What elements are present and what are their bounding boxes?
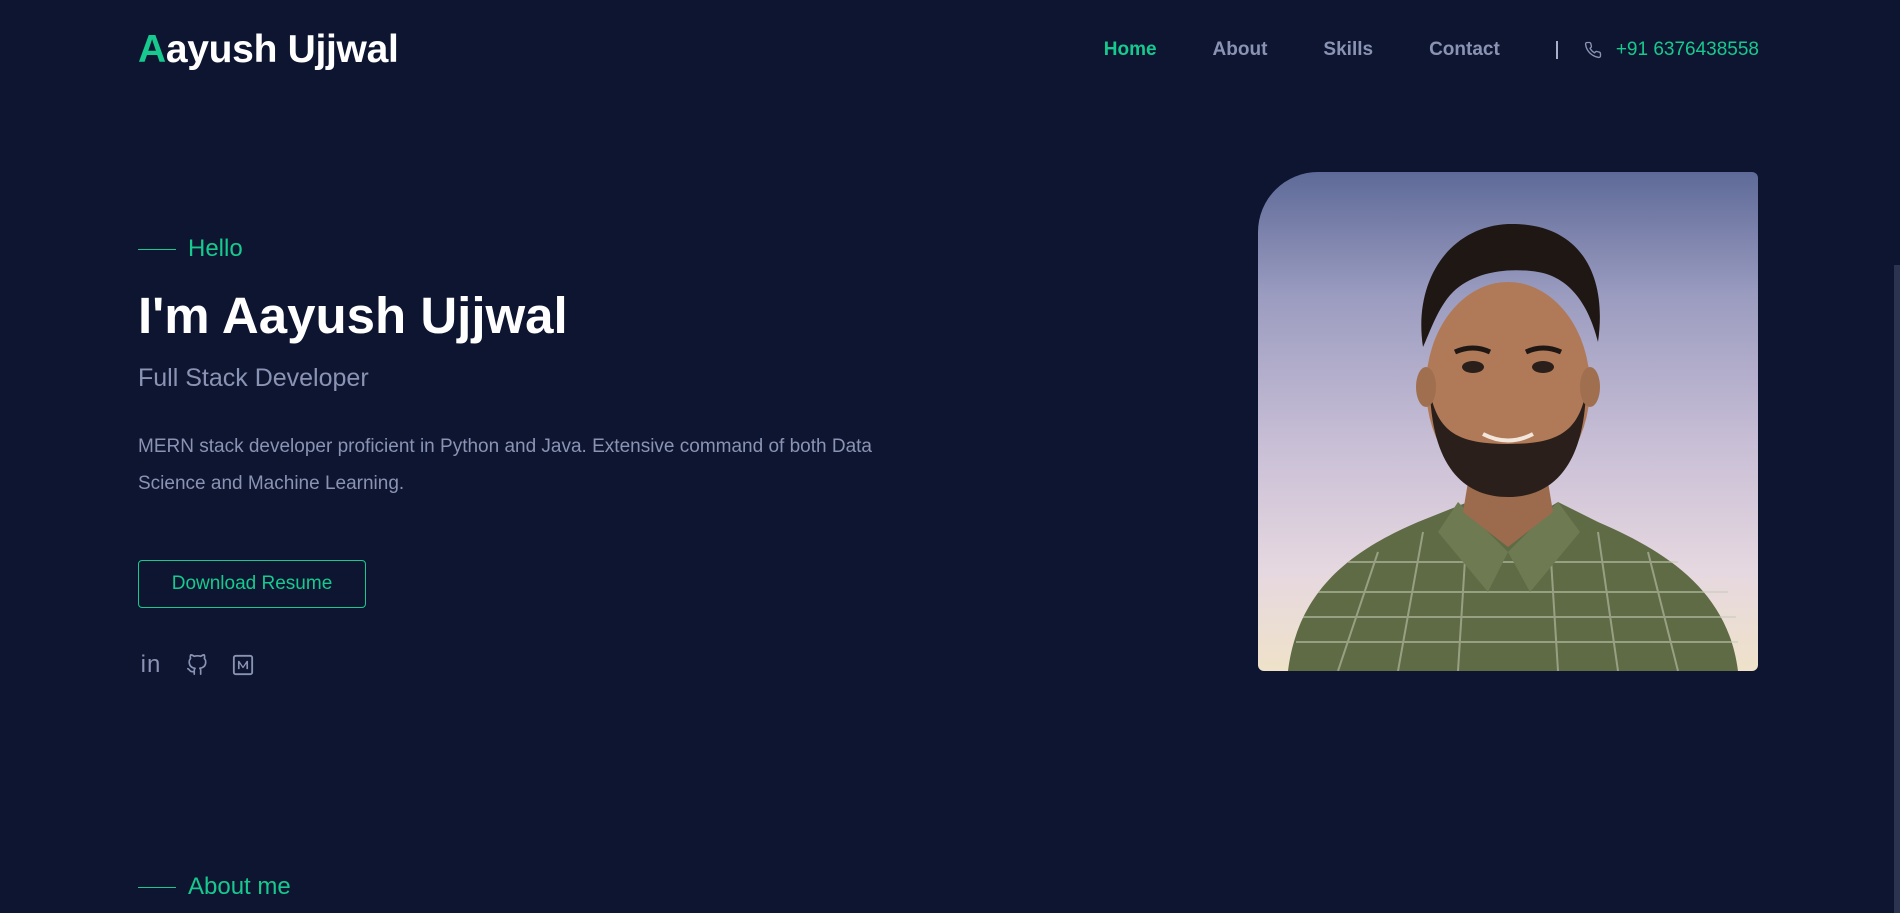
download-resume-button[interactable]: Download Resume (138, 560, 366, 608)
hero-subtitle: Full Stack Developer (138, 364, 369, 392)
nav-divider (1555, 41, 1558, 59)
linkedin-icon: in (140, 651, 162, 678)
site-logo[interactable]: Aayush Ujjwal (138, 28, 399, 72)
medium-link[interactable] (230, 652, 256, 678)
nav-home[interactable]: Home (1104, 39, 1157, 61)
page-scrollbar[interactable] (1894, 0, 1900, 913)
github-icon (187, 654, 207, 675)
about-text: About me (188, 873, 291, 900)
profile-photo (1258, 172, 1758, 671)
main-nav: Home About Skills Contact +91 6376438558 (1048, 39, 1759, 61)
linkedin-link[interactable]: in (138, 651, 164, 678)
hello-text: Hello (188, 235, 243, 262)
site-header: Aayush Ujjwal Home About Skills Contact … (138, 22, 1759, 78)
logo-text: ayush Ujjwal (165, 28, 399, 71)
nav-contact[interactable]: Contact (1429, 39, 1500, 61)
hero-description: MERN stack developer proficient in Pytho… (138, 436, 872, 494)
github-link[interactable] (184, 652, 210, 678)
phone-number: +91 6376438558 (1615, 39, 1759, 60)
hero-title: I'm Aayush Ujjwal (138, 287, 568, 344)
scrollbar-thumb[interactable] (1894, 265, 1900, 913)
social-links: in (138, 651, 276, 678)
phone-icon (1584, 41, 1601, 59)
phone-link[interactable]: +91 6376438558 (1584, 39, 1759, 61)
nav-about[interactable]: About (1213, 39, 1268, 61)
logo-accent-letter: A (138, 28, 166, 71)
nav-skills[interactable]: Skills (1323, 39, 1373, 61)
portrait-illustration (1288, 223, 1738, 671)
about-line (138, 886, 176, 888)
hello-line (138, 248, 176, 250)
about-section-label: About me (138, 873, 291, 901)
hello-label: Hello (138, 235, 243, 263)
portfolio-page: Aayush Ujjwal Home About Skills Contact … (0, 0, 1900, 913)
medium-icon (232, 654, 254, 676)
